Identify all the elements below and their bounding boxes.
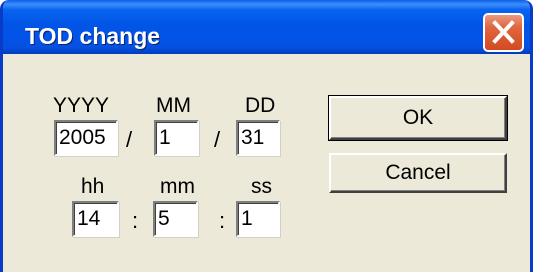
day-label: DD xyxy=(245,94,276,117)
second-field[interactable] xyxy=(236,201,280,237)
hour-field[interactable] xyxy=(72,201,119,237)
close-icon xyxy=(492,20,515,44)
cancel-button[interactable]: Cancel xyxy=(329,153,507,193)
month-field[interactable] xyxy=(154,120,199,156)
year-field[interactable] xyxy=(54,120,118,156)
cancel-button-label: Cancel xyxy=(385,161,451,184)
dialog-title: TOD change xyxy=(25,23,161,49)
title-bar[interactable]: TOD change xyxy=(3,0,530,54)
time-separator-1: : xyxy=(132,208,139,233)
year-label: YYYY xyxy=(53,94,110,117)
month-label: MM xyxy=(156,94,191,117)
minute-field[interactable] xyxy=(153,201,198,237)
ok-button-label: OK xyxy=(402,106,434,129)
hour-label: hh xyxy=(81,175,105,198)
time-separator-2: : xyxy=(219,208,226,233)
ok-button[interactable]: OK xyxy=(328,95,508,141)
date-separator-1: / xyxy=(126,127,133,152)
minute-label: mm xyxy=(160,175,195,198)
day-field[interactable] xyxy=(236,120,280,156)
second-label: ss xyxy=(251,175,272,198)
tod-change-dialog: TOD change YYYY MM DD / / hh mm ss : : O… xyxy=(0,0,533,272)
date-separator-2: / xyxy=(214,127,221,152)
close-button[interactable] xyxy=(483,13,524,52)
